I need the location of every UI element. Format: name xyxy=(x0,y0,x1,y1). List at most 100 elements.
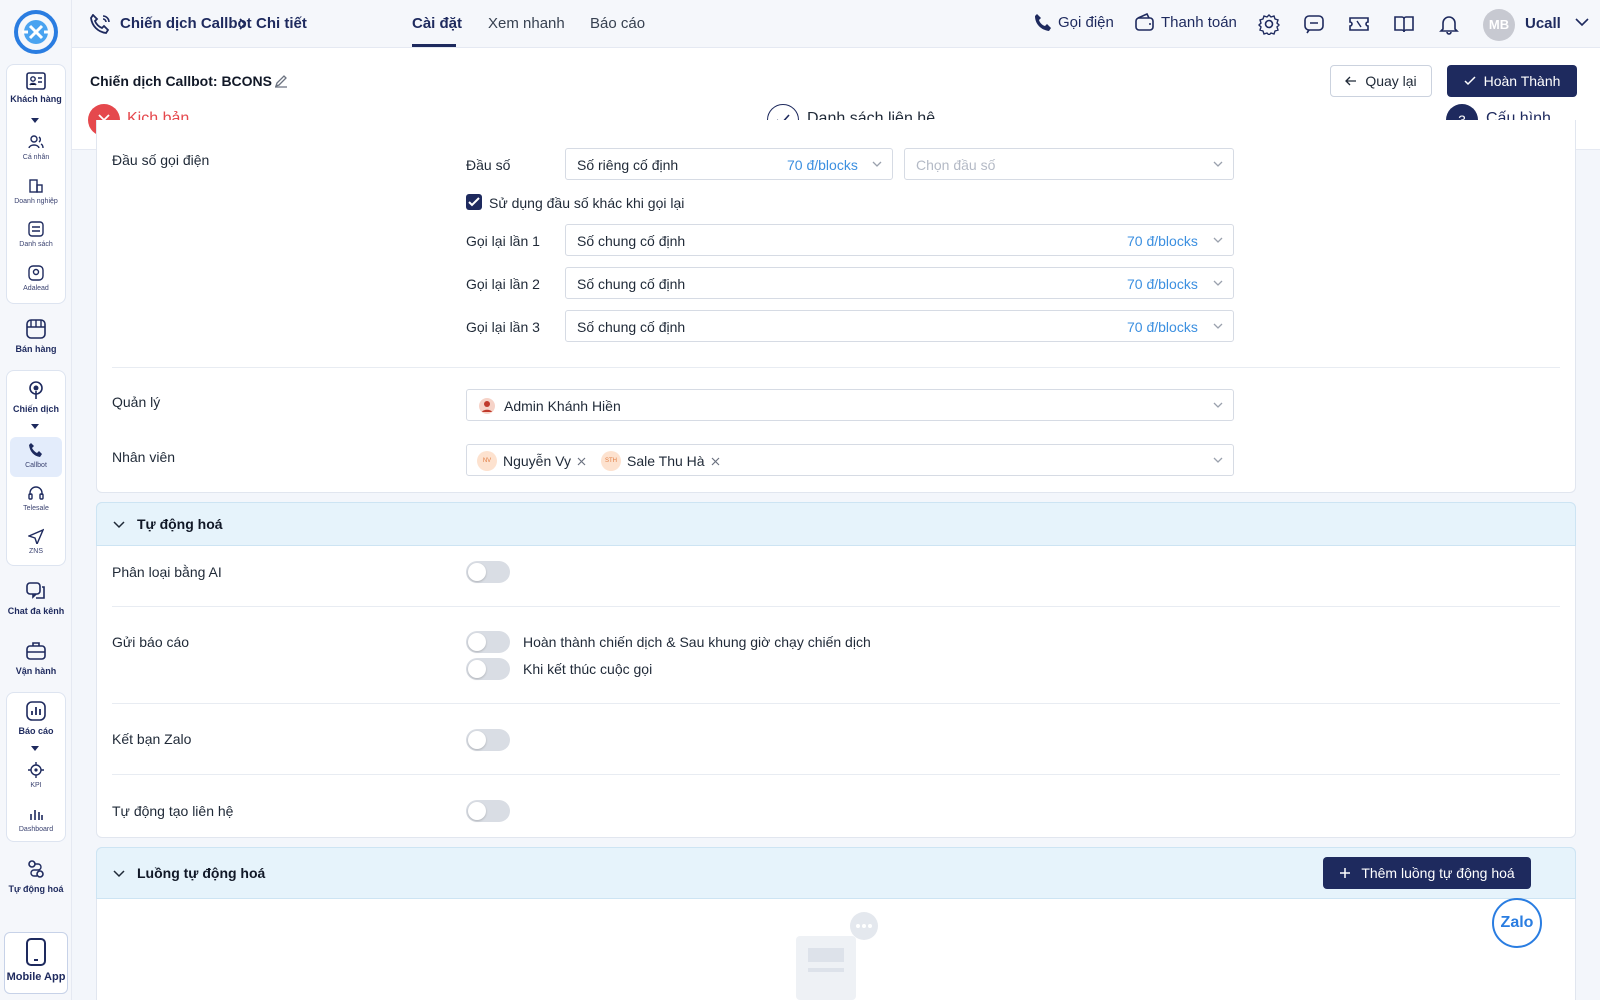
divider xyxy=(112,774,1560,775)
chevron-down-icon[interactable] xyxy=(31,118,39,123)
flow-icon xyxy=(28,860,44,878)
retry-1-select[interactable]: Số chung cố định 70 đ/blocks xyxy=(565,224,1234,256)
report-complete-toggle[interactable] xyxy=(466,631,510,653)
sidebar-item-telesale[interactable]: Telesale xyxy=(0,485,72,512)
auto-contact-toggle[interactable] xyxy=(466,800,510,822)
list-icon xyxy=(28,221,44,237)
zalo-friend-toggle[interactable] xyxy=(466,729,510,751)
check-icon xyxy=(1464,76,1476,86)
chevron-down-icon xyxy=(1213,161,1223,167)
avatar: STH xyxy=(601,451,621,471)
chevron-right-icon xyxy=(239,18,247,30)
divider xyxy=(112,703,1560,704)
complete-button[interactable]: Hoàn Thành xyxy=(1447,65,1577,97)
staff-tag: STH Sale Thu Hà xyxy=(601,449,720,473)
chevron-down-icon xyxy=(872,161,882,167)
chevron-down-icon[interactable] xyxy=(31,746,39,751)
settings-icon[interactable] xyxy=(1258,13,1280,35)
report-call-end-toggle[interactable] xyxy=(466,658,510,680)
sidebar-item-omnichannel[interactable]: Chat đa kênh xyxy=(0,580,72,616)
manager-label: Quản lý xyxy=(112,394,161,410)
ucall-logo[interactable] xyxy=(14,10,58,54)
dial-prefix-section-label: Đầu số gọi điện xyxy=(112,152,210,168)
retry-2-select[interactable]: Số chung cố định 70 đ/blocks xyxy=(565,267,1234,299)
prefix-type-value: Số riêng cố định xyxy=(577,157,679,173)
alt-prefix-checkbox[interactable] xyxy=(466,194,482,210)
retry-3-select[interactable]: Số chung cố định 70 đ/blocks xyxy=(565,310,1234,342)
store-icon xyxy=(26,319,46,339)
sidebar-item-operation[interactable]: Vận hành xyxy=(0,640,72,676)
phone-call-icon xyxy=(90,14,110,34)
sidebar-item-personal[interactable]: Cá nhân xyxy=(0,134,72,161)
avatar: NV xyxy=(477,451,497,471)
tab-settings[interactable]: Cài đặt xyxy=(412,15,462,32)
close-icon[interactable] xyxy=(711,457,720,466)
arrow-left-icon xyxy=(1345,76,1357,86)
sidebar-item-zns[interactable]: ZNS xyxy=(0,528,72,555)
back-button[interactable]: Quay lại xyxy=(1330,65,1432,97)
manager-select[interactable]: Admin Khánh Hiền xyxy=(466,389,1234,421)
zalo-friend-label: Kết bạn Zalo xyxy=(112,731,192,747)
mobile-phone-icon xyxy=(26,938,46,966)
alt-prefix-label[interactable]: Sử dụng đầu số khác khi gọi lại xyxy=(489,195,684,211)
edit-icon[interactable] xyxy=(274,74,288,88)
tab-report[interactable]: Báo cáo xyxy=(590,15,645,32)
avatar[interactable]: MB xyxy=(1483,9,1515,41)
sidebar-item-kpi[interactable]: KPI xyxy=(0,762,72,789)
chat-icon xyxy=(26,582,45,599)
sidebar-item-automation[interactable]: Tự động hoá xyxy=(0,858,72,894)
retry-2-price: 70 đ/blocks xyxy=(1127,276,1198,292)
staff-select[interactable]: NV Nguyễn Vy STH Sale Thu Hà xyxy=(466,444,1234,476)
mobile-app-button[interactable]: Mobile App xyxy=(4,932,68,994)
sidebar-item-campaign[interactable]: Chiến dịch xyxy=(0,378,72,414)
sidebar-item-sales[interactable]: Bán hàng xyxy=(0,318,72,354)
book-icon[interactable] xyxy=(1393,13,1415,35)
prefix-price: 70 đ/blocks xyxy=(787,157,858,173)
report-complete-label: Hoàn thành chiến dịch & Sau khung giờ ch… xyxy=(523,634,871,650)
add-flow-button[interactable]: Thêm luồng tự động hoá xyxy=(1323,857,1531,889)
auto-contact-label: Tự động tạo liên hệ xyxy=(112,803,234,819)
call-button[interactable]: Gọi điện xyxy=(1034,13,1114,31)
flows-title: Luồng tự động hoá xyxy=(137,865,266,881)
complete-label: Hoàn Thành xyxy=(1483,73,1561,89)
retry-3-value: Số chung cố định xyxy=(577,319,686,335)
close-icon[interactable] xyxy=(577,457,586,466)
chevron-down-icon xyxy=(1213,280,1223,286)
sidebar-item-adalead[interactable]: Adalead xyxy=(0,265,72,292)
breadcrumb-campaign[interactable]: Chiến dịch Callbot xyxy=(120,15,252,32)
breadcrumb-detail[interactable]: Chi tiết xyxy=(256,15,307,32)
sidebar-item-report[interactable]: Báo cáo xyxy=(0,700,72,736)
sidebar-item-callbot[interactable]: Callbot xyxy=(0,442,72,469)
payment-label: Thanh toán xyxy=(1161,13,1237,31)
dashboard-icon xyxy=(30,810,43,820)
send-report-label: Gửi báo cáo xyxy=(112,634,190,650)
retry-1-price: 70 đ/blocks xyxy=(1127,233,1198,249)
zalo-label: Zalo xyxy=(1500,914,1534,931)
prefix-number-select[interactable]: Chọn đầu số xyxy=(904,148,1234,180)
prefix-type-select[interactable]: Số riêng cố định 70 đ/blocks xyxy=(565,148,893,180)
sidebar: Khách hàng Cá nhân Doanh nghiệp Danh sác… xyxy=(0,0,72,1000)
tab-quick-view[interactable]: Xem nhanh xyxy=(488,15,565,32)
staff-tag-name: Sale Thu Hà xyxy=(627,453,705,469)
sidebar-item-dashboard[interactable]: Dashboard xyxy=(0,806,72,833)
users-icon xyxy=(28,135,44,149)
ai-classify-toggle[interactable] xyxy=(466,561,510,583)
report-call-end-label: Khi kết thúc cuộc gọi xyxy=(523,661,653,677)
automation-header[interactable]: Tự động hoá xyxy=(96,502,1576,546)
ticket-icon[interactable] xyxy=(1348,13,1370,35)
retry-1-label: Gọi lại lần 1 xyxy=(466,233,540,249)
bell-icon[interactable] xyxy=(1438,13,1460,35)
sidebar-item-customers[interactable]: Khách hàng xyxy=(0,72,72,104)
chevron-down-icon[interactable] xyxy=(31,424,39,429)
message-icon[interactable] xyxy=(1303,13,1325,35)
zalo-chat-button[interactable]: Zalo xyxy=(1492,898,1542,948)
chevron-down-icon xyxy=(1213,457,1223,463)
automation-title: Tự động hoá xyxy=(137,516,223,532)
sidebar-item-business[interactable]: Doanh nghiệp xyxy=(0,178,72,205)
ai-classify-label: Phân loại bằng AI xyxy=(112,564,222,580)
sidebar-item-list[interactable]: Danh sách xyxy=(0,221,72,248)
chevron-down-icon[interactable] xyxy=(1575,17,1589,27)
payment-button[interactable]: Thanh toán xyxy=(1135,13,1237,31)
user-name[interactable]: Ucall xyxy=(1525,15,1561,32)
automation-panel xyxy=(96,502,1576,838)
